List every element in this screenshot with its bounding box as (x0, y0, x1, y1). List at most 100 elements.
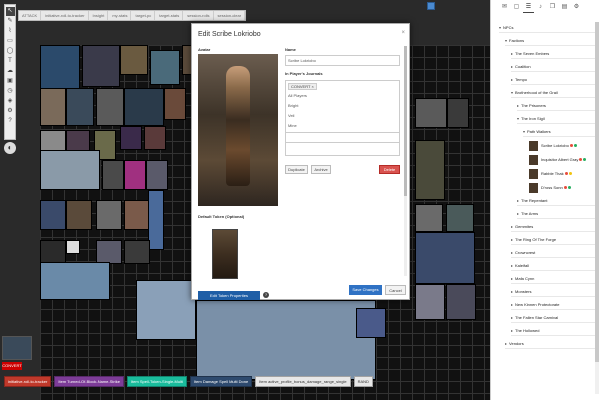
tree-folder[interactable]: ▾ Path Walkers (523, 126, 595, 137)
clock-icon[interactable]: ◷ (6, 87, 15, 96)
cancel-button[interactable]: Cancel (385, 285, 406, 295)
macro-button[interactable]: Item Turned-Of-Block-Name-Strike (54, 376, 124, 387)
pointer-icon[interactable]: ↖ (5, 7, 15, 16)
deck-icon[interactable]: ▤ (559, 2, 570, 13)
map-token-image[interactable] (415, 140, 445, 200)
map-token-image[interactable] (66, 240, 80, 254)
caret-icon[interactable]: ▾ (511, 90, 513, 95)
macro-button[interactable]: Item active_profile_bonus_damage_range_s… (255, 376, 351, 387)
caret-icon[interactable]: ▸ (511, 64, 513, 69)
character-entry[interactable]: Scribe Lokriobo (529, 139, 577, 152)
macro-tab[interactable]: session-rolls (184, 11, 214, 20)
map-token-image[interactable] (415, 98, 447, 128)
caret-icon[interactable]: ▸ (517, 211, 519, 216)
caret-icon[interactable]: ▾ (523, 129, 525, 134)
map-token-image[interactable] (146, 160, 168, 190)
help-icon[interactable]: ? (263, 292, 269, 298)
journal-option[interactable]: Veil (288, 113, 294, 118)
macro-tab[interactable]: session-clear (215, 11, 246, 20)
save-button[interactable]: Save Changes (349, 285, 382, 295)
tree-folder[interactable]: ▸ The Fallen Star Carnival (511, 312, 595, 323)
map-token-image[interactable] (120, 45, 148, 75)
caret-icon[interactable]: ▸ (511, 51, 513, 56)
default-token-image[interactable] (212, 229, 238, 279)
macro-button[interactable]: Item Spell-Token-Single-Multi (126, 376, 187, 387)
character-entry[interactable]: Inquisitor Albert Gray (529, 153, 587, 166)
map-token-image[interactable] (124, 240, 150, 264)
map-token-image[interactable] (124, 160, 146, 190)
page-toolbar-button[interactable] (427, 2, 435, 10)
chat-icon[interactable]: ✉ (499, 2, 510, 13)
map-token-image[interactable] (164, 88, 186, 120)
archive-button[interactable]: Archive (311, 165, 331, 174)
map-token-image[interactable] (40, 200, 66, 230)
map-token-image[interactable] (40, 150, 100, 190)
macro-tab[interactable]: my-stats (109, 11, 132, 20)
caret-icon[interactable]: ▸ (511, 77, 513, 82)
caret-icon[interactable]: ▸ (517, 103, 519, 108)
avatar-image[interactable] (198, 54, 278, 206)
journal-option[interactable]: All Players (288, 93, 307, 98)
pencil-icon[interactable]: ✎ (6, 17, 15, 26)
help-icon[interactable]: ? (6, 117, 15, 126)
macro-tab[interactable]: initiative-roll-to-tracker (42, 11, 89, 20)
map-token-image[interactable] (40, 88, 66, 126)
map-token-image[interactable] (136, 280, 196, 340)
character-entry[interactable]: Rabble Thak (529, 167, 572, 180)
tree-folder[interactable]: ▸ Gemmites (511, 221, 595, 232)
map-token-image[interactable] (96, 200, 122, 230)
tree-folder[interactable]: ▸ The Prisoners (517, 100, 595, 111)
map-token-image[interactable] (356, 308, 386, 338)
tree-folder[interactable]: ▾ Brotherhood of the Grail (511, 87, 595, 98)
compendium-icon[interactable]: ❒ (547, 2, 558, 13)
journals-select[interactable]: CONVERT × All Players Bright Veil Mine (285, 80, 400, 156)
map-token-image[interactable] (415, 204, 443, 232)
macro-tab[interactable]: target-stats (156, 11, 184, 20)
map-token-image[interactable] (120, 126, 142, 150)
macro-tab[interactable]: target-pc (132, 11, 156, 20)
caret-icon[interactable]: ▾ (505, 38, 507, 43)
tree-folder[interactable]: ▸ Mafa Cynn (511, 273, 595, 284)
tree-folder[interactable]: ▸ Vendors (505, 338, 595, 349)
map-token-image[interactable] (82, 45, 120, 87)
map-token-image[interactable] (66, 200, 92, 230)
caret-icon[interactable]: ▸ (511, 224, 513, 229)
map-token-image[interactable] (447, 98, 469, 128)
map-token-image[interactable] (40, 240, 66, 264)
duplicate-button[interactable]: Duplicate (285, 165, 308, 174)
close-icon[interactable]: × (401, 30, 405, 36)
map-token-image[interactable] (96, 88, 124, 126)
cube-icon[interactable]: ▣ (6, 77, 15, 86)
caret-icon[interactable]: ▸ (511, 302, 513, 307)
macro-tab[interactable]: ATTACK (19, 11, 42, 20)
image-icon[interactable]: ▢ (511, 2, 522, 13)
caret-icon[interactable]: ▸ (511, 328, 513, 333)
dice-icon[interactable]: ◈ (6, 97, 15, 106)
map-token-image[interactable] (415, 284, 445, 320)
gear-icon[interactable]: ⚙ (6, 107, 15, 116)
map-token-image[interactable] (40, 262, 110, 300)
map-token-image[interactable] (124, 88, 164, 126)
edit-token-button[interactable]: Edit Token Properties (198, 291, 260, 300)
caret-icon[interactable]: ▸ (505, 341, 507, 346)
ruler-icon[interactable]: ▭ (6, 37, 15, 46)
map-token-image[interactable] (66, 88, 94, 126)
caret-icon[interactable]: ▾ (499, 25, 501, 30)
brush-icon[interactable]: ⌇ (6, 27, 15, 36)
tree-folder[interactable]: ▸ Monsters (511, 286, 595, 297)
map-token-image[interactable] (150, 50, 180, 85)
tree-folder[interactable]: ▾ Factions (505, 35, 595, 46)
macro-button[interactable]: initiative-roll-to-tracker (4, 376, 52, 387)
name-input[interactable]: Scribe Lokriobo (285, 55, 400, 66)
tree-folder[interactable]: ▾ NPCs (499, 22, 595, 33)
tree-folder[interactable]: ▸ The Seven Embers (511, 48, 595, 59)
sidebar-scrollbar[interactable] (595, 22, 599, 394)
caret-icon[interactable]: ▸ (517, 198, 519, 203)
map-token-image[interactable] (124, 200, 150, 230)
tree-folder[interactable]: ▸ Tempo (511, 74, 595, 85)
caret-icon[interactable]: ▾ (517, 116, 519, 121)
journal-option[interactable]: Mine (288, 123, 297, 128)
settings-icon[interactable]: ⚙ (571, 2, 582, 13)
caret-icon[interactable]: ▸ (511, 250, 513, 255)
dialog-scrollbar[interactable] (404, 46, 407, 276)
